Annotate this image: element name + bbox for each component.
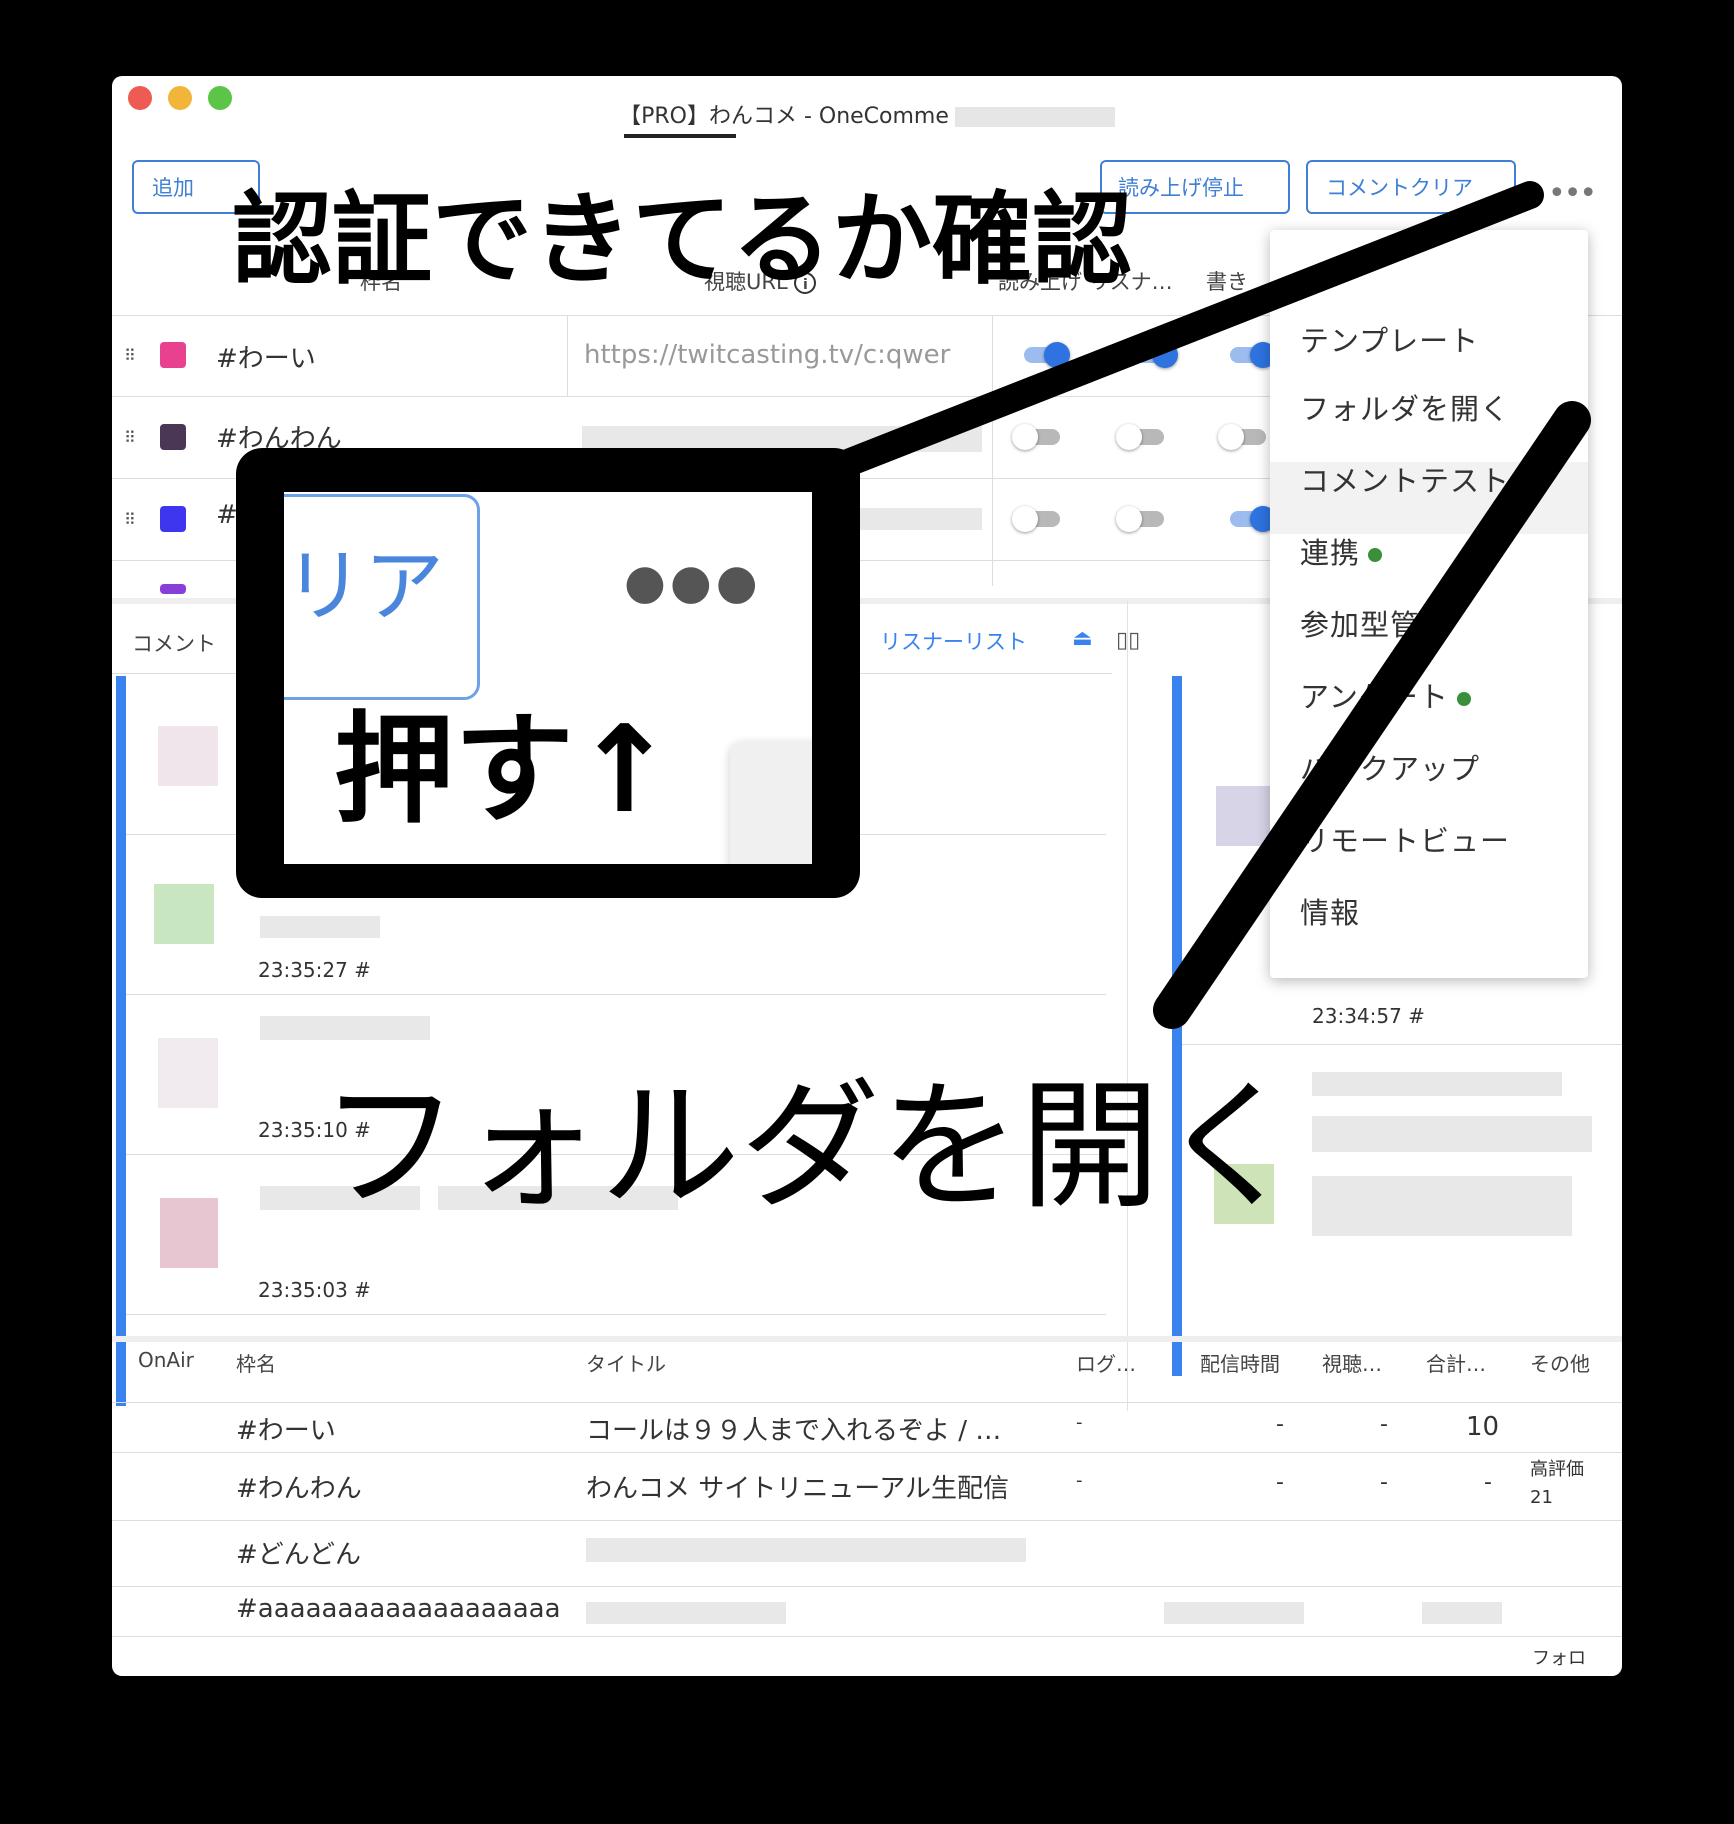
zoom-menu-edge xyxy=(730,742,812,864)
zoom-button-text: リア xyxy=(284,540,444,633)
zoom-inner: リア ●●● 押す↑ xyxy=(284,492,812,864)
annotation-callout: 押す↑ xyxy=(334,701,675,840)
annotation-bottom: フォルダを開く xyxy=(320,1066,1301,1229)
zoom-ellipsis-icon: ●●● xyxy=(624,554,762,610)
annotation-top: 認証できてるか確認 xyxy=(232,181,1132,298)
zoom-callout: リア ●●● 押す↑ xyxy=(236,448,860,898)
